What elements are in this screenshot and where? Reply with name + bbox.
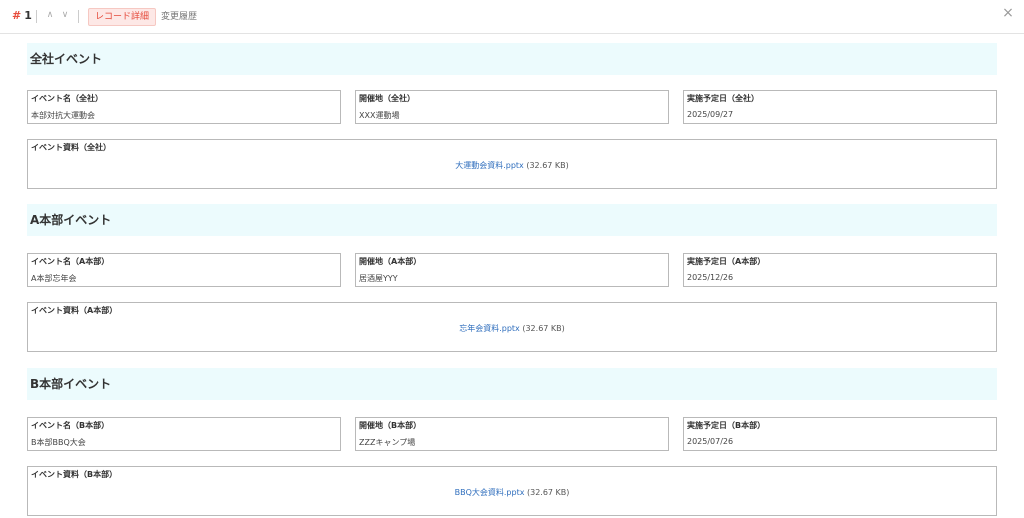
- attachment-file-size: (32.67 KB): [526, 488, 570, 497]
- divider: [36, 10, 37, 23]
- attachment-file: BBQ大会資料.pptx (32.67 KB): [28, 487, 996, 498]
- field-venue-b: 開催地（B本部） ZZZキャンプ場: [355, 417, 669, 451]
- section-header-a-division: A本部イベント: [27, 204, 997, 236]
- tab-change-history[interactable]: 変更履歴: [155, 8, 203, 26]
- record-header: #1 ∧ ∨ レコード詳細 変更履歴 ×: [0, 0, 1024, 34]
- field-value: ZZZキャンプ場: [359, 438, 416, 447]
- field-date-a: 実施予定日（A本部） 2025/12/26: [683, 253, 997, 287]
- attachment-file-size: (32.67 KB): [522, 324, 565, 333]
- field-venue-a: 開催地（A本部） 居酒屋YYY: [355, 253, 669, 287]
- section-header-b-division: B本部イベント: [27, 368, 997, 400]
- field-label: イベント名（全社）: [31, 94, 103, 103]
- record-number-value: 1: [24, 9, 32, 22]
- field-value: 本部対抗大運動会: [31, 111, 95, 120]
- field-value: 2025/12/26: [687, 273, 734, 282]
- next-record-icon[interactable]: ∨: [58, 7, 72, 23]
- field-event-name-b: イベント名（B本部） B本部BBQ大会: [27, 417, 341, 451]
- field-attachment-b: イベント資料（B本部） BBQ大会資料.pptx (32.67 KB): [27, 466, 997, 516]
- attachment-file: 大運動会資料.pptx (32.67 KB): [28, 160, 996, 171]
- attachment-file-link[interactable]: 忘年会資料.pptx: [459, 324, 520, 333]
- field-label: 開催地（全社）: [359, 94, 415, 103]
- field-label: 開催地（B本部）: [359, 421, 422, 430]
- field-value: A本部忘年会: [31, 274, 77, 283]
- field-label: 実施予定日（全社）: [687, 94, 759, 103]
- field-value: 2025/07/26: [687, 437, 734, 446]
- field-value: B本部BBQ大会: [31, 438, 86, 447]
- field-date-company: 実施予定日（全社） 2025/09/27: [683, 90, 997, 124]
- field-attachment-a: イベント資料（A本部） 忘年会資料.pptx (32.67 KB): [27, 302, 997, 352]
- field-event-name-company: イベント名（全社） 本部対抗大運動会: [27, 90, 341, 124]
- prev-record-icon[interactable]: ∧: [43, 7, 57, 23]
- close-icon[interactable]: ×: [1000, 5, 1016, 21]
- tab-record-detail[interactable]: レコード詳細: [88, 8, 157, 26]
- field-attachment-company: イベント資料（全社） 大運動会資料.pptx (32.67 KB): [27, 139, 997, 189]
- field-label: イベント資料（B本部）: [31, 470, 118, 479]
- attachment-file-size: (32.67 KB): [526, 161, 569, 170]
- field-event-name-a: イベント名（A本部） A本部忘年会: [27, 253, 341, 287]
- field-date-b: 実施予定日（B本部） 2025/07/26: [683, 417, 997, 451]
- field-value: XXX運動場: [359, 111, 400, 120]
- section-header-company: 全社イベント: [27, 43, 997, 75]
- record-number: #1: [12, 9, 32, 22]
- field-label: 開催地（A本部）: [359, 257, 422, 266]
- field-label: イベント名（B本部）: [31, 421, 110, 430]
- field-label: イベント名（A本部）: [31, 257, 110, 266]
- attachment-file: 忘年会資料.pptx (32.67 KB): [28, 323, 996, 334]
- field-value: 2025/09/27: [687, 110, 734, 119]
- record-hash: #: [12, 9, 22, 22]
- attachment-file-link[interactable]: BBQ大会資料.pptx: [455, 488, 525, 497]
- field-label: 実施予定日（B本部）: [687, 421, 766, 430]
- field-value: 居酒屋YYY: [359, 274, 398, 283]
- field-label: イベント資料（全社）: [31, 143, 111, 152]
- field-label: イベント資料（A本部）: [31, 306, 118, 315]
- field-label: 実施予定日（A本部）: [687, 257, 766, 266]
- attachment-file-link[interactable]: 大運動会資料.pptx: [455, 161, 524, 170]
- divider: [78, 10, 79, 23]
- field-venue-company: 開催地（全社） XXX運動場: [355, 90, 669, 124]
